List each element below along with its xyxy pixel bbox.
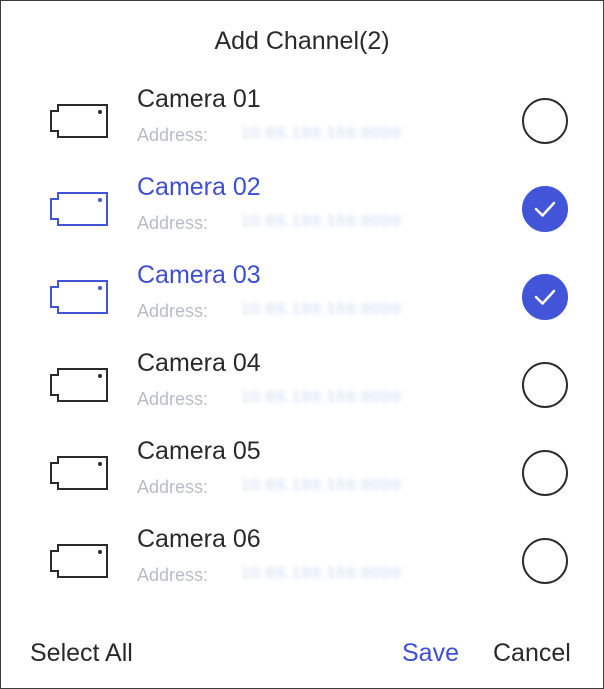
camera-checkbox[interactable] xyxy=(522,274,568,320)
camera-row[interactable]: Camera 02 Address: 10.65.199.156:8000 xyxy=(1,161,603,249)
save-button[interactable]: Save xyxy=(402,639,459,668)
address-value: 10.65.199.156:8000 xyxy=(241,389,402,406)
camera-row[interactable]: Camera 06 Address: 10.65.199.156:8000 xyxy=(1,513,603,601)
camera-checkbox[interactable] xyxy=(522,186,568,232)
camera-row[interactable]: Camera 01 Address: 10.65.199.156:8000 xyxy=(1,73,603,161)
address-value: 10.65.199.156:8000 xyxy=(241,565,402,582)
address-label: Address: xyxy=(137,301,209,321)
video-camera-icon xyxy=(49,275,111,317)
select-all-button[interactable]: Select All xyxy=(30,639,133,668)
video-camera-icon xyxy=(49,539,111,581)
dialog-title: Add Channel(2) xyxy=(214,27,390,55)
add-channel-dialog: Add Channel(2) Camera 01 Address: 10.65.… xyxy=(0,0,604,689)
address-value: 10.65.199.156:8000 xyxy=(241,125,402,142)
checkmark-icon xyxy=(534,289,556,305)
video-camera-icon xyxy=(49,99,111,141)
camera-list: Camera 01 Address: 10.65.199.156:8000 Ca… xyxy=(1,73,603,601)
address-label: Address: xyxy=(137,477,209,497)
camera-name: Camera 01 xyxy=(137,85,261,113)
address-value: 10.65.199.156:8000 xyxy=(241,213,402,230)
camera-name: Camera 05 xyxy=(137,437,261,465)
camera-name: Camera 03 xyxy=(137,261,261,289)
camera-name: Camera 06 xyxy=(137,525,261,553)
camera-row[interactable]: Camera 03 Address: 10.65.199.156:8000 xyxy=(1,249,603,337)
checkmark-icon xyxy=(534,201,556,217)
address-value: 10.65.199.156:8000 xyxy=(241,301,402,318)
camera-row[interactable]: Camera 04 Address: 10.65.199.156:8000 xyxy=(1,337,603,425)
camera-name: Camera 02 xyxy=(137,173,261,201)
camera-checkbox[interactable] xyxy=(522,450,568,496)
address-label: Address: xyxy=(137,389,209,409)
camera-name: Camera 04 xyxy=(137,349,261,377)
address-label: Address: xyxy=(137,565,209,585)
address-value: 10.65.199.156:8000 xyxy=(241,477,402,494)
cancel-button[interactable]: Cancel xyxy=(493,639,571,668)
address-label: Address: xyxy=(137,213,209,233)
camera-checkbox[interactable] xyxy=(522,98,568,144)
address-label: Address: xyxy=(137,125,209,145)
camera-checkbox[interactable] xyxy=(522,362,568,408)
video-camera-icon xyxy=(49,363,111,405)
camera-row[interactable]: Camera 05 Address: 10.65.199.156:8000 xyxy=(1,425,603,513)
video-camera-icon xyxy=(49,451,111,493)
camera-checkbox[interactable] xyxy=(522,538,568,584)
video-camera-icon xyxy=(49,187,111,229)
